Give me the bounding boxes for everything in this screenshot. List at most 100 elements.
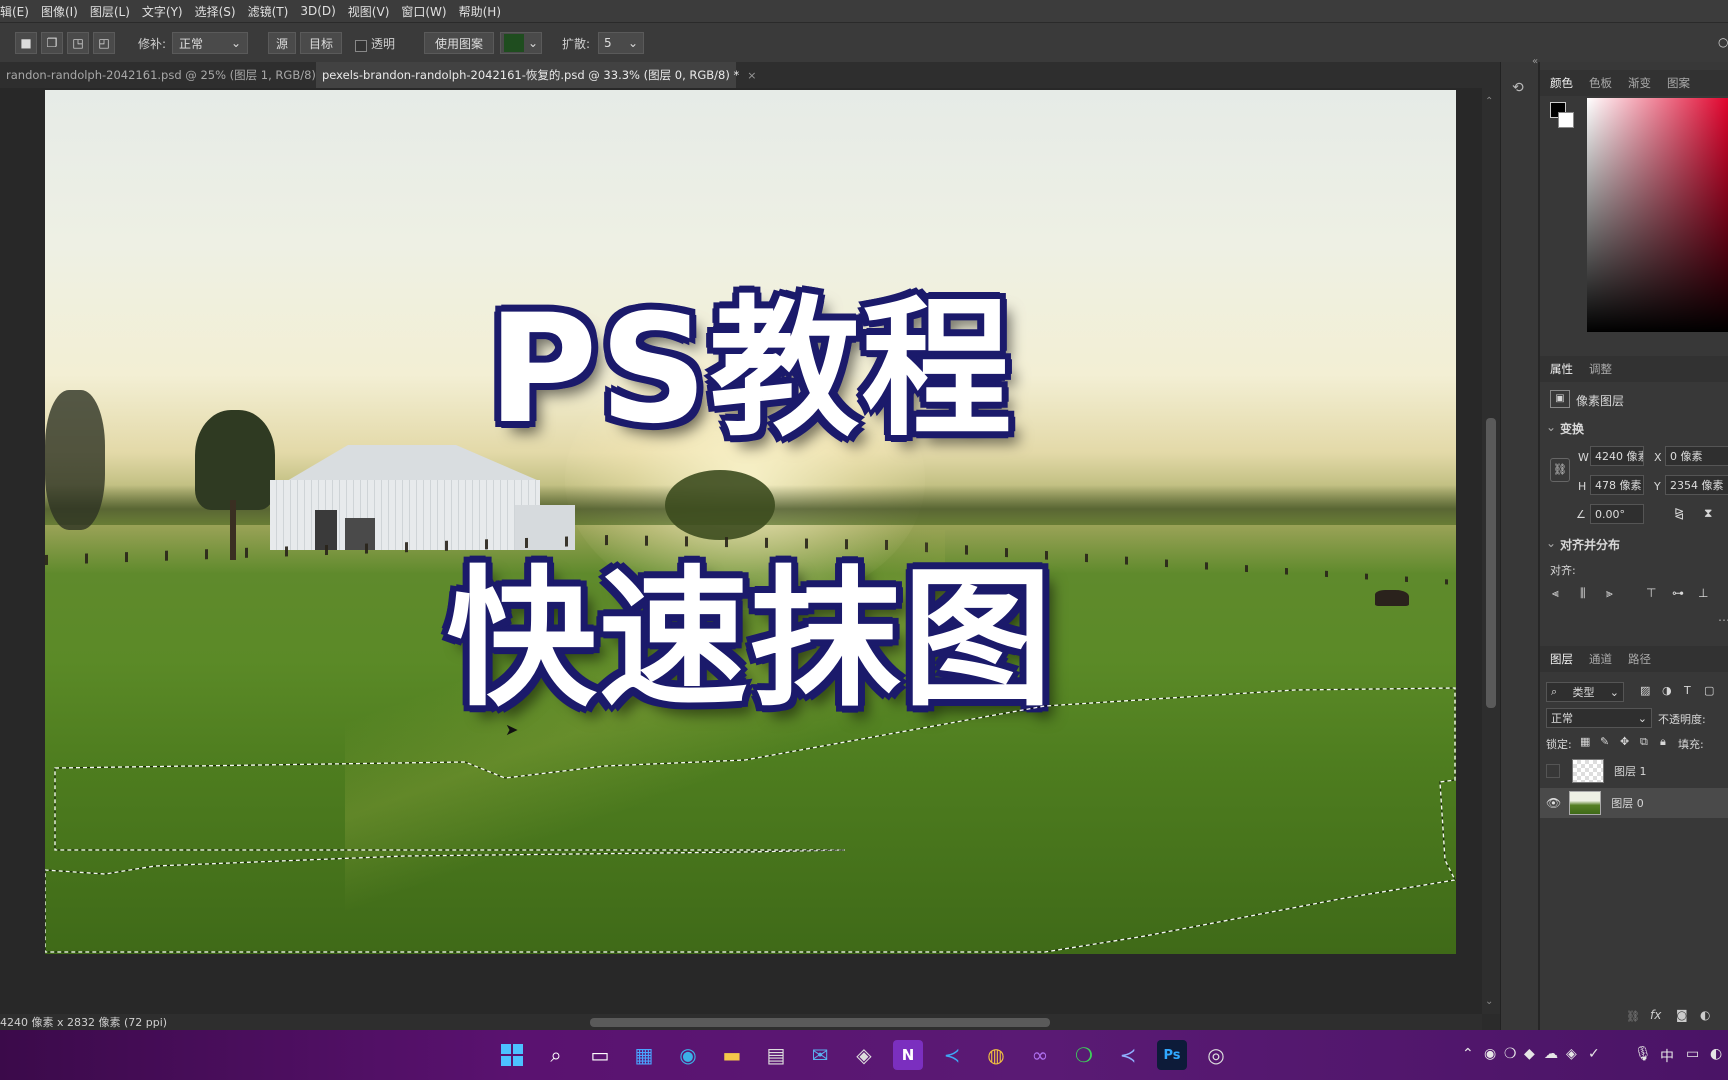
- ime-indicator[interactable]: 中: [1660, 1046, 1674, 1066]
- mail-icon[interactable]: ✉: [805, 1040, 835, 1070]
- layer-filter-select[interactable]: ⌕ 类型 ⌄: [1546, 682, 1624, 702]
- height-field[interactable]: 478 像素: [1590, 475, 1644, 495]
- lock-position-icon[interactable]: ✥: [1620, 735, 1629, 748]
- tab-swatches[interactable]: 色板: [1589, 75, 1612, 91]
- diffusion-select[interactable]: 5 ⌄: [598, 32, 644, 54]
- y-field[interactable]: 2354 像素: [1665, 475, 1728, 495]
- microphone-icon[interactable]: 🎙︎: [1634, 1046, 1652, 1062]
- app-icon[interactable]: ◈: [849, 1040, 879, 1070]
- pattern-picker[interactable]: ⌄: [500, 32, 542, 54]
- add-selection-icon[interactable]: ❐: [41, 32, 63, 54]
- visibility-toggle[interactable]: [1546, 764, 1560, 778]
- menu-window[interactable]: 窗口(W): [401, 3, 446, 20]
- menu-layer[interactable]: 图层(L): [90, 3, 130, 20]
- subtract-selection-icon[interactable]: ◳: [67, 32, 89, 54]
- close-icon[interactable]: ×: [747, 69, 756, 82]
- vertical-scroll-thumb[interactable]: [1486, 418, 1496, 708]
- chevron-up-icon[interactable]: ⌃: [1462, 1046, 1474, 1062]
- new-selection-icon[interactable]: ■: [15, 32, 37, 54]
- layer-name[interactable]: 图层 1: [1614, 763, 1647, 779]
- chevron-down-icon[interactable]: ⌄: [1485, 996, 1493, 1007]
- chevron-up-icon[interactable]: ⌃: [1485, 96, 1493, 107]
- selection-marquee[interactable]: [45, 90, 1456, 954]
- menu-type[interactable]: 文字(Y): [142, 3, 183, 20]
- file-explorer-icon[interactable]: ▬: [717, 1040, 747, 1070]
- obs-icon[interactable]: ◎: [1201, 1040, 1231, 1070]
- text-filter-icon[interactable]: T: [1684, 684, 1691, 697]
- photoshop-icon[interactable]: Ps: [1157, 1040, 1187, 1070]
- menu-help[interactable]: 帮助(H): [459, 3, 501, 20]
- align-right-icon[interactable]: ⫸: [1606, 586, 1613, 601]
- network-icon[interactable]: ▭: [1686, 1046, 1699, 1062]
- flip-horizontal-icon[interactable]: ⧎: [1674, 506, 1684, 520]
- adjustment-filter-icon[interactable]: ◑: [1662, 684, 1672, 697]
- more-icon[interactable]: …: [1718, 610, 1728, 624]
- menu-view[interactable]: 视图(V): [348, 3, 390, 20]
- task-view-icon[interactable]: ▭: [585, 1040, 615, 1070]
- menu-edit[interactable]: 辑(E): [0, 3, 29, 20]
- canvas-area[interactable]: PS教程 快速抹图 ➤: [0, 88, 1482, 1014]
- width-field[interactable]: 4240 像素: [1590, 446, 1644, 466]
- intersect-selection-icon[interactable]: ◰: [93, 32, 115, 54]
- chrome-icon[interactable]: ◍: [981, 1040, 1011, 1070]
- blend-mode-select[interactable]: 正常 ⌄: [1546, 708, 1652, 728]
- add-mask-icon[interactable]: ◙: [1676, 1008, 1688, 1022]
- tab-properties[interactable]: 属性: [1550, 361, 1573, 377]
- horizontal-scrollbar[interactable]: [170, 1014, 1482, 1030]
- cloud-icon[interactable]: ☁: [1544, 1046, 1558, 1062]
- tab-document-1[interactable]: randon-randolph-2042161.psd @ 25% (图层 1,…: [0, 62, 333, 88]
- target-button[interactable]: 目标: [300, 32, 342, 54]
- link-layers-icon[interactable]: ⛓: [1626, 1010, 1640, 1023]
- onenote-icon[interactable]: N: [893, 1040, 923, 1070]
- tab-channels[interactable]: 通道: [1589, 651, 1612, 667]
- lock-all-icon[interactable]: 🔒︎: [1660, 735, 1666, 749]
- widgets-icon[interactable]: ▦: [629, 1040, 659, 1070]
- chevron-down-icon[interactable]: ⌄: [1546, 420, 1556, 434]
- menu-3d[interactable]: 3D(D): [300, 4, 335, 18]
- x-field[interactable]: 0 像素: [1665, 446, 1728, 466]
- edge-icon[interactable]: ◉: [673, 1040, 703, 1070]
- tab-color[interactable]: 颜色: [1550, 75, 1573, 91]
- vscode-icon[interactable]: ≺: [937, 1040, 967, 1070]
- tray-app-icon[interactable]: ◈: [1566, 1046, 1577, 1062]
- flip-vertical-icon[interactable]: ⧗: [1704, 506, 1712, 521]
- store-icon[interactable]: ▤: [761, 1040, 791, 1070]
- image-filter-icon[interactable]: ▨: [1640, 684, 1650, 697]
- tab-patterns[interactable]: 图案: [1667, 75, 1690, 91]
- fx-icon[interactable]: fx: [1650, 1008, 1661, 1022]
- search-icon[interactable]: ⌕: [541, 1040, 571, 1070]
- source-button[interactable]: 源: [268, 32, 296, 54]
- lock-transparent-icon[interactable]: ▦: [1580, 735, 1590, 748]
- align-top-icon[interactable]: ⊤: [1646, 586, 1656, 600]
- shape-filter-icon[interactable]: ▢: [1704, 684, 1714, 697]
- tab-adjustments[interactable]: 调整: [1589, 361, 1612, 377]
- horizontal-scroll-thumb[interactable]: [590, 1018, 1050, 1027]
- vertical-scrollbar[interactable]: ⌃ ⌄: [1482, 88, 1500, 1014]
- start-icon[interactable]: [497, 1040, 527, 1070]
- tab-layers[interactable]: 图层: [1550, 651, 1573, 667]
- tray-app-icon[interactable]: ◉: [1484, 1046, 1496, 1062]
- layer-row[interactable]: 图层 1: [1540, 756, 1728, 786]
- patch-mode-select[interactable]: 正常 ⌄: [172, 32, 248, 54]
- lock-paint-icon[interactable]: ✎: [1600, 735, 1609, 748]
- menu-select[interactable]: 选择(S): [195, 3, 236, 20]
- lock-artboard-icon[interactable]: ⧉: [1640, 735, 1648, 749]
- layer-row-selected[interactable]: 👁︎ 图层 0: [1540, 788, 1728, 818]
- tray-wechat-icon[interactable]: ❍: [1504, 1046, 1517, 1062]
- tab-document-2[interactable]: pexels-brandon-randolph-2042161-恢复的.psd …: [316, 62, 756, 88]
- link-icon[interactable]: ⛓: [1550, 458, 1570, 482]
- wechat-icon[interactable]: ❍: [1069, 1040, 1099, 1070]
- color-picker-field[interactable]: [1587, 98, 1728, 332]
- menu-filter[interactable]: 滤镜(T): [248, 3, 289, 20]
- align-middle-icon[interactable]: ⊶: [1672, 586, 1684, 600]
- tray-app-icon[interactable]: ◆: [1524, 1046, 1535, 1062]
- angle-field[interactable]: 0.00°: [1590, 504, 1644, 524]
- background-color-swatch[interactable]: [1558, 112, 1574, 128]
- search-icon[interactable]: ○: [1718, 35, 1728, 49]
- align-left-icon[interactable]: ⫷: [1552, 586, 1559, 601]
- check-icon[interactable]: ✓: [1588, 1046, 1600, 1062]
- tab-paths[interactable]: 路径: [1628, 651, 1651, 667]
- layer-name[interactable]: 图层 0: [1611, 795, 1644, 811]
- history-icon[interactable]: ⟲: [1512, 80, 1524, 96]
- align-center-icon[interactable]: ⫼: [1580, 586, 1586, 601]
